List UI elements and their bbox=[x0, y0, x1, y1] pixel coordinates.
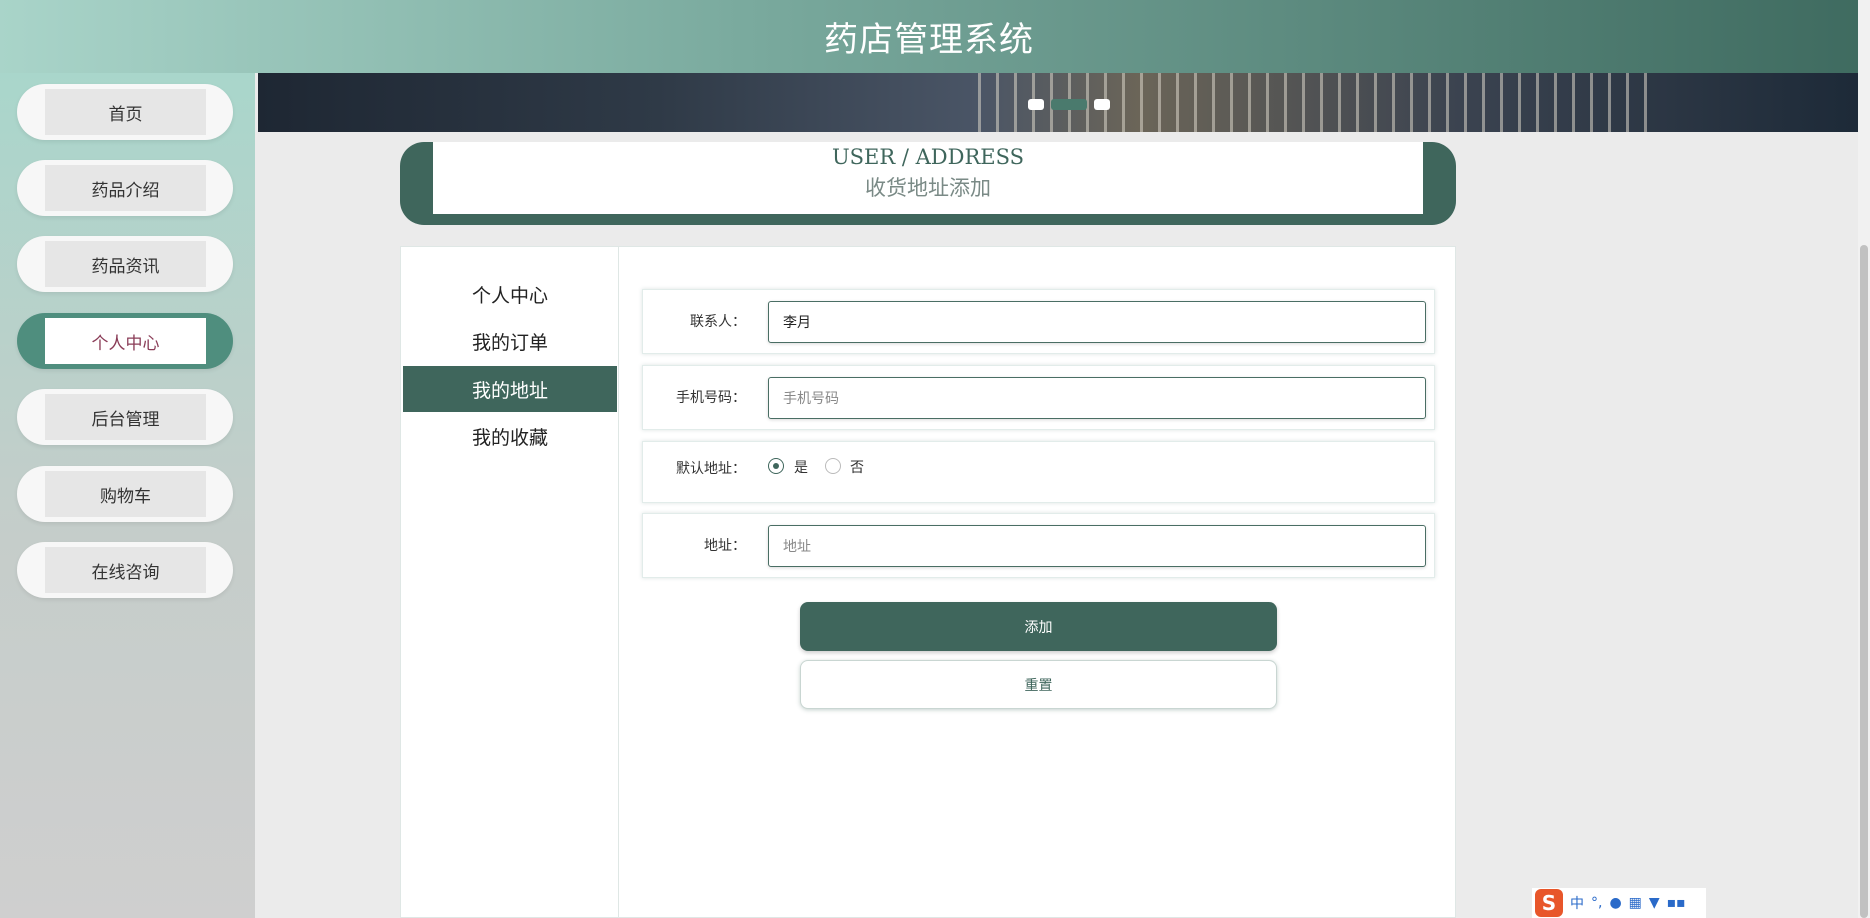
sidebar-item-label: 后台管理 bbox=[45, 394, 206, 440]
sidebar-item-label: 药品介绍 bbox=[45, 165, 206, 211]
app-title: 药店管理系统 bbox=[824, 20, 1034, 60]
sidebar-item-personal-center[interactable]: 个人中心 bbox=[17, 313, 233, 369]
address-input[interactable]: 地址 bbox=[768, 525, 1426, 567]
carousel-dot-2[interactable] bbox=[1051, 99, 1087, 110]
sogou-logo-icon[interactable]: S bbox=[1535, 889, 1563, 917]
address-row: 地址： 地址 bbox=[642, 513, 1435, 578]
sidebar-item-admin[interactable]: 后台管理 bbox=[17, 389, 233, 445]
page-scrollbar[interactable] bbox=[1858, 0, 1870, 918]
page-heading-inner: USER / ADDRESS 收货地址添加 bbox=[433, 142, 1423, 214]
carousel-dot-1[interactable] bbox=[1028, 99, 1044, 110]
sidebar-item-cart[interactable]: 购物车 bbox=[17, 466, 233, 522]
default-yes-label[interactable]: 是 bbox=[794, 457, 808, 477]
subnav-item-my-orders[interactable]: 我的订单 bbox=[403, 318, 617, 364]
default-address-row: 默认地址： 是 否 bbox=[642, 441, 1435, 503]
reset-button[interactable]: 重置 bbox=[800, 660, 1277, 709]
phone-input[interactable]: 手机号码 bbox=[768, 377, 1426, 419]
default-yes-radio[interactable] bbox=[768, 458, 784, 474]
carousel-dot-3[interactable] bbox=[1094, 99, 1110, 110]
default-address-label: 默认地址： bbox=[676, 461, 746, 477]
mic-icon[interactable]: ● bbox=[1609, 895, 1621, 911]
add-button[interactable]: 添加 bbox=[800, 602, 1277, 651]
sidebar-item-label: 个人中心 bbox=[45, 318, 206, 364]
sidebar-item-home[interactable]: 首页 bbox=[17, 84, 233, 140]
contact-label: 联系人： bbox=[690, 314, 746, 330]
contact-row: 联系人： 李月 bbox=[642, 289, 1435, 354]
sidebar-item-label: 首页 bbox=[45, 89, 206, 135]
content-panel: 个人中心 我的订单 我的地址 我的收藏 联系人： 李月 手机号码： 手机号码 默… bbox=[400, 246, 1456, 918]
scrollbar-thumb[interactable] bbox=[1860, 245, 1868, 918]
toolbox-icon[interactable]: ▪▪ bbox=[1667, 895, 1686, 911]
default-no-radio[interactable] bbox=[825, 458, 841, 474]
sidebar: 首页 药品介绍 药品资讯 个人中心 后台管理 购物车 在线咨询 bbox=[0, 73, 255, 918]
phone-row: 手机号码： 手机号码 bbox=[642, 365, 1435, 430]
subnav-item-my-address[interactable]: 我的地址 bbox=[403, 366, 617, 412]
skin-icon[interactable]: ▼ bbox=[1649, 895, 1660, 911]
sidebar-item-label: 购物车 bbox=[45, 471, 206, 517]
page-heading: USER / ADDRESS 收货地址添加 bbox=[400, 142, 1456, 225]
banner-carousel bbox=[258, 73, 1858, 132]
sidebar-item-medicine-news[interactable]: 药品资讯 bbox=[17, 236, 233, 292]
sidebar-item-label: 药品资讯 bbox=[45, 241, 206, 287]
app-header: 药店管理系统 bbox=[0, 0, 1858, 73]
page-heading-cn: 收货地址添加 bbox=[865, 176, 991, 200]
sidebar-item-label: 在线咨询 bbox=[45, 547, 206, 593]
subnav-item-personal-center[interactable]: 个人中心 bbox=[403, 271, 617, 317]
page-heading-en: USER / ADDRESS bbox=[831, 145, 1025, 169]
ime-punct-toggle[interactable]: °, bbox=[1591, 895, 1602, 911]
contact-input[interactable]: 李月 bbox=[768, 301, 1426, 343]
subnav-item-my-favorites[interactable]: 我的收藏 bbox=[403, 413, 617, 459]
ime-lang-toggle[interactable]: 中 bbox=[1570, 893, 1584, 913]
ime-toolbar: S 中 °, ● ▦ ▼ ▪▪ bbox=[1532, 888, 1706, 918]
phone-label: 手机号码： bbox=[676, 390, 746, 406]
user-subnav: 个人中心 我的订单 我的地址 我的收藏 bbox=[401, 247, 619, 918]
sidebar-item-online-consult[interactable]: 在线咨询 bbox=[17, 542, 233, 598]
address-label: 地址： bbox=[704, 538, 746, 554]
default-no-label[interactable]: 否 bbox=[850, 457, 864, 477]
keyboard-icon[interactable]: ▦ bbox=[1629, 895, 1642, 911]
sidebar-item-medicine-intro[interactable]: 药品介绍 bbox=[17, 160, 233, 216]
